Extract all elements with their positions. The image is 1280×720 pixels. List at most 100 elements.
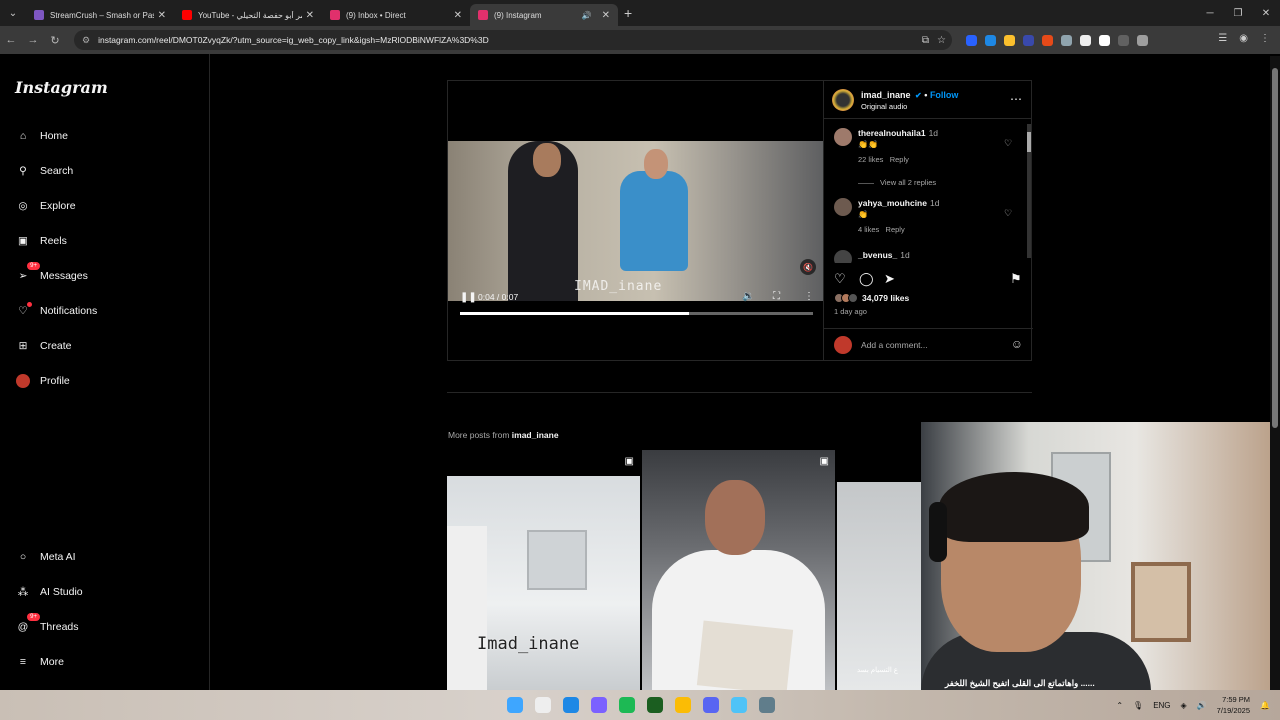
comments-scrollbar[interactable] — [1027, 124, 1031, 258]
bookmark-star-icon[interactable]: ☆ — [937, 35, 946, 46]
close-tab-icon[interactable]: ✕ — [602, 10, 610, 21]
likes-count[interactable]: 34,079 likes — [834, 293, 909, 303]
like-comment-icon[interactable]: ♡ — [1004, 138, 1012, 149]
menu-dots-icon[interactable]: ⋮ — [1260, 33, 1270, 44]
extension-icon[interactable] — [985, 34, 996, 46]
more-post-thumbnail[interactable]: ▣ — [642, 450, 835, 690]
more-posts-username[interactable]: imad_inane — [512, 430, 559, 440]
like-icon[interactable]: ♡ — [834, 271, 846, 287]
nav-create[interactable]: ⊞ Create — [14, 336, 72, 356]
tab-search-icon[interactable]: ⌄ — [0, 0, 26, 26]
nav-reels[interactable]: ▣ Reels — [14, 231, 67, 251]
extension-icon[interactable] — [1080, 34, 1091, 46]
comment-username[interactable]: therealnouhaila1 — [858, 128, 926, 138]
nav-home[interactable]: ⌂ Home — [14, 126, 68, 146]
reply-button[interactable]: Reply — [886, 225, 905, 234]
emoji-icon[interactable]: ☺ — [1011, 337, 1023, 351]
pause-icon[interactable]: ❚❚ — [460, 292, 477, 303]
wifi-icon[interactable]: ◈ — [1181, 701, 1187, 710]
chrome-icon[interactable] — [675, 697, 691, 713]
discord-icon[interactable] — [703, 697, 719, 713]
language-indicator[interactable]: ENG — [1153, 701, 1170, 710]
nav-search[interactable]: ⚲ Search — [14, 161, 73, 181]
extension-icon[interactable] — [1042, 34, 1053, 46]
save-icon[interactable]: ⚑ — [1010, 271, 1022, 287]
more-post-thumbnail[interactable]: ع التسيام بسد — [837, 450, 921, 690]
microphone-icon[interactable]: 🎙 — [1133, 701, 1143, 710]
username-link[interactable]: imad_inane — [861, 90, 911, 100]
extensions-puzzle-icon[interactable] — [1137, 34, 1148, 46]
avatar[interactable] — [832, 89, 854, 111]
tab-inbox[interactable]: (9) Inbox • Direct ✕ — [322, 4, 470, 26]
page-scrollbar[interactable] — [1270, 56, 1280, 690]
minimize-icon[interactable]: ─ — [1196, 0, 1224, 26]
instagram-logo[interactable]: Instagram — [15, 78, 108, 97]
reel-video[interactable]: IMAD_inane 🔇 — [448, 141, 823, 301]
taskbar-app-icon[interactable] — [647, 697, 663, 713]
url-bar[interactable]: ⚙ instagram.com/reel/DMOT0ZvyqZk/?utm_so… — [74, 30, 952, 50]
more-post-thumbnail[interactable]: Imad_inane ▣ — [447, 450, 640, 690]
more-options-icon[interactable]: ⋯ — [1010, 92, 1022, 106]
reply-button[interactable]: Reply — [890, 155, 909, 164]
close-tab-icon[interactable]: ✕ — [158, 10, 166, 21]
extension-icon[interactable] — [1023, 34, 1034, 46]
view-replies-button[interactable]: View all 2 replies — [858, 178, 936, 187]
original-audio-link[interactable]: Original audio — [861, 102, 907, 111]
tab-youtube[interactable]: YouTube - عمر أبو حفصة التحيلي ✕ — [174, 4, 322, 26]
extension-icon[interactable] — [1061, 34, 1072, 46]
avatar[interactable] — [834, 128, 852, 146]
nav-ai-studio[interactable]: ⁂ AI Studio — [14, 582, 83, 602]
nav-notifications[interactable]: ♡ Notifications — [14, 301, 97, 321]
spotify-icon[interactable] — [619, 697, 635, 713]
comment-likes[interactable]: 22 likes — [858, 155, 883, 164]
fullscreen-icon[interactable]: ⛶ — [773, 291, 780, 302]
start-icon[interactable] — [507, 697, 523, 713]
forward-icon[interactable]: → — [22, 34, 44, 46]
search-icon[interactable] — [535, 697, 551, 713]
comment-username[interactable]: _bvenus_ — [858, 250, 897, 260]
install-icon[interactable]: ⧉ — [922, 35, 929, 46]
close-window-icon[interactable]: ✕ — [1252, 0, 1280, 26]
reload-icon[interactable]: ↻ — [44, 34, 66, 47]
taskbar-app-icon[interactable] — [563, 697, 579, 713]
video-more-icon[interactable]: ⋮ — [804, 291, 814, 302]
extension-icon[interactable] — [1099, 34, 1110, 46]
nav-threads[interactable]: @9+ Threads — [14, 613, 79, 637]
volume-icon[interactable]: 🔉 — [742, 291, 754, 302]
comment-likes[interactable]: 4 likes — [858, 225, 879, 234]
tab-instagram[interactable]: (9) Instagram 🔊 ✕ — [470, 4, 618, 26]
share-icon[interactable]: ➤ — [884, 271, 895, 287]
clock[interactable]: 7:59 PM 7/19/2025 — [1217, 694, 1250, 716]
mute-icon[interactable]: 🔇 — [800, 259, 816, 275]
comment-username[interactable]: yahya_mouhcine — [858, 198, 927, 208]
chevron-up-icon[interactable]: ⌃ — [1116, 701, 1123, 710]
extension-icon[interactable] — [1004, 34, 1015, 46]
avatar[interactable] — [834, 198, 852, 216]
follow-button[interactable]: Follow — [930, 90, 959, 100]
new-tab-icon[interactable]: + — [624, 5, 632, 21]
nav-explore[interactable]: ◎ Explore — [14, 196, 75, 216]
settings-icon[interactable] — [759, 697, 775, 713]
nav-meta-ai[interactable]: ○ Meta AI — [14, 547, 76, 567]
back-icon[interactable]: ← — [0, 34, 22, 46]
volume-icon[interactable]: 🔊 — [1197, 701, 1207, 710]
comment-icon[interactable]: ◯ — [859, 271, 874, 287]
extension-icon[interactable] — [1118, 34, 1129, 46]
close-tab-icon[interactable]: ✕ — [306, 10, 314, 21]
notification-bell-icon[interactable]: 🔔 — [1260, 701, 1270, 710]
avatar[interactable] — [834, 250, 852, 263]
taskbar-app-icon[interactable] — [731, 697, 747, 713]
video-progress[interactable] — [460, 312, 813, 315]
profile-icon[interactable]: ◉ — [1239, 33, 1248, 44]
nav-messages[interactable]: ➢ 9+ Messages — [14, 262, 88, 286]
taskbar-app-icon[interactable] — [591, 697, 607, 713]
close-tab-icon[interactable]: ✕ — [454, 10, 462, 21]
side-panel-icon[interactable]: ☰ — [1218, 33, 1227, 44]
like-comment-icon[interactable]: ♡ — [1004, 208, 1012, 219]
site-info-icon[interactable]: ⚙ — [82, 35, 90, 46]
extension-icon[interactable] — [966, 34, 977, 46]
tab-streamcrush[interactable]: StreamCrush – Smash or Pass Y ✕ — [26, 4, 174, 26]
nav-more[interactable]: ≡ More — [14, 652, 64, 672]
maximize-icon[interactable]: ❐ — [1224, 0, 1252, 26]
nav-profile[interactable]: Profile — [14, 371, 70, 391]
